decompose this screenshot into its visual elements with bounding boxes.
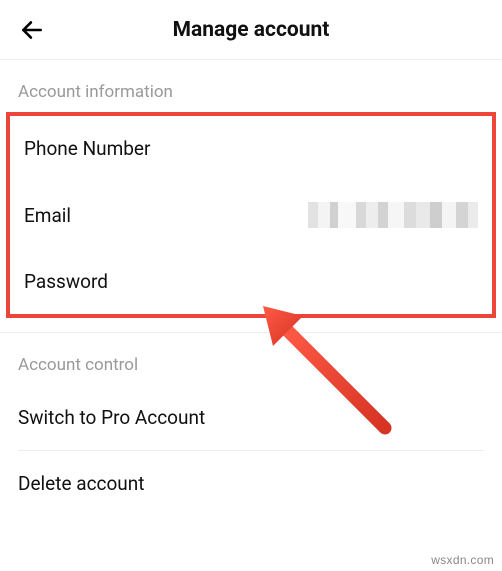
back-button[interactable] (14, 12, 50, 48)
row-password[interactable]: Password (10, 249, 492, 314)
row-label-switch-pro: Switch to Pro Account (18, 406, 205, 429)
section-header-account-info: Account information (0, 60, 502, 112)
row-label-email: Email (24, 204, 71, 227)
row-label-phone: Phone Number (24, 137, 150, 160)
watermark: wsxdn.com (431, 553, 494, 567)
row-email[interactable]: Email (10, 181, 492, 249)
back-arrow-icon (19, 17, 45, 43)
row-label-delete: Delete account (18, 472, 145, 495)
page-title: Manage account (50, 18, 452, 42)
section-header-account-control: Account control (0, 333, 502, 385)
row-label-password: Password (24, 270, 108, 293)
email-value-redacted (308, 202, 478, 228)
row-phone-number[interactable]: Phone Number (10, 116, 492, 181)
row-switch-pro[interactable]: Switch to Pro Account (0, 385, 502, 450)
row-delete-account[interactable]: Delete account (0, 451, 502, 516)
header: Manage account (0, 0, 502, 60)
account-info-highlight-box: Phone Number Email Password (6, 112, 496, 318)
